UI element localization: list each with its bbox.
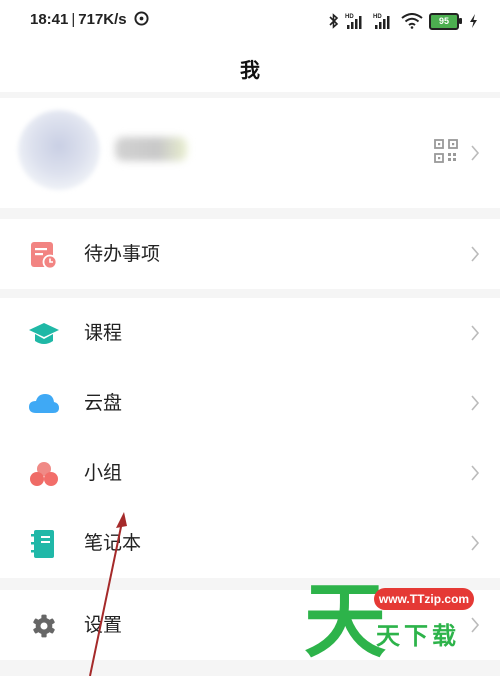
username-blurred xyxy=(115,137,187,161)
status-bar: 18:41 | 717K/s HD HD 95 xyxy=(0,0,500,44)
chevron-right-icon xyxy=(471,246,480,262)
qr-code-icon[interactable] xyxy=(434,139,458,163)
graduation-cap-icon xyxy=(29,323,59,344)
status-time: 18:41 xyxy=(30,11,69,28)
hd-signal-icon: HD xyxy=(373,14,390,29)
chevron-right-icon xyxy=(471,395,480,411)
menu-item-notebook[interactable]: 笔记本 xyxy=(0,508,500,578)
watermark-text: 天下载 xyxy=(376,622,460,650)
battery-level: 95 xyxy=(438,16,449,26)
group-icon xyxy=(30,462,58,486)
chevron-right-icon xyxy=(471,535,480,551)
page-title: 我 xyxy=(240,57,260,82)
menu-item-courses[interactable]: 课程 xyxy=(0,298,500,368)
menu-item-label: 笔记本 xyxy=(84,532,142,554)
menu-item-label: 小组 xyxy=(84,462,123,484)
menu-item-label: 设置 xyxy=(84,614,123,636)
svg-text:HD: HD xyxy=(345,14,354,20)
avatar[interactable] xyxy=(18,110,100,190)
status-icons: HD HD 95 xyxy=(329,10,478,32)
hd-signal-icon: HD xyxy=(345,14,362,29)
menu-item-todo[interactable]: 待办事项 xyxy=(0,219,500,289)
menu-item-label: 云盘 xyxy=(84,392,123,414)
bluetooth-icon xyxy=(329,13,339,29)
watermark: 天 www.TTzip.com 天下载 xyxy=(300,574,500,676)
gear-icon xyxy=(33,614,55,638)
wifi-icon xyxy=(401,13,423,29)
chevron-right-icon xyxy=(471,465,480,481)
menu-group-learning: 课程 云盘 小组 笔记本 xyxy=(0,298,500,578)
menu-item-group[interactable]: 小组 xyxy=(0,438,500,508)
watermark-url: www.TTzip.com xyxy=(374,588,474,610)
menu-item-label: 待办事项 xyxy=(84,243,161,265)
watermark-big-char: 天 xyxy=(304,574,387,669)
svg-text:HD: HD xyxy=(373,14,382,20)
battery-icon: 95 xyxy=(429,12,462,30)
chevron-right-icon xyxy=(471,145,480,161)
cloud-icon xyxy=(29,394,59,413)
status-left: 18:41 | 717K/s xyxy=(30,11,149,28)
chevron-right-icon xyxy=(471,325,480,341)
todo-calendar-icon xyxy=(31,242,58,270)
menu-group-todo: 待办事项 xyxy=(0,219,500,289)
network-speed: 717K/s xyxy=(78,11,127,28)
menu-item-label: 课程 xyxy=(84,322,123,344)
notebook-icon xyxy=(31,530,54,558)
menu-item-cloud[interactable]: 云盘 xyxy=(0,368,500,438)
charging-icon xyxy=(470,14,477,28)
page-header: 我 xyxy=(0,44,500,92)
compass-icon xyxy=(134,11,149,26)
